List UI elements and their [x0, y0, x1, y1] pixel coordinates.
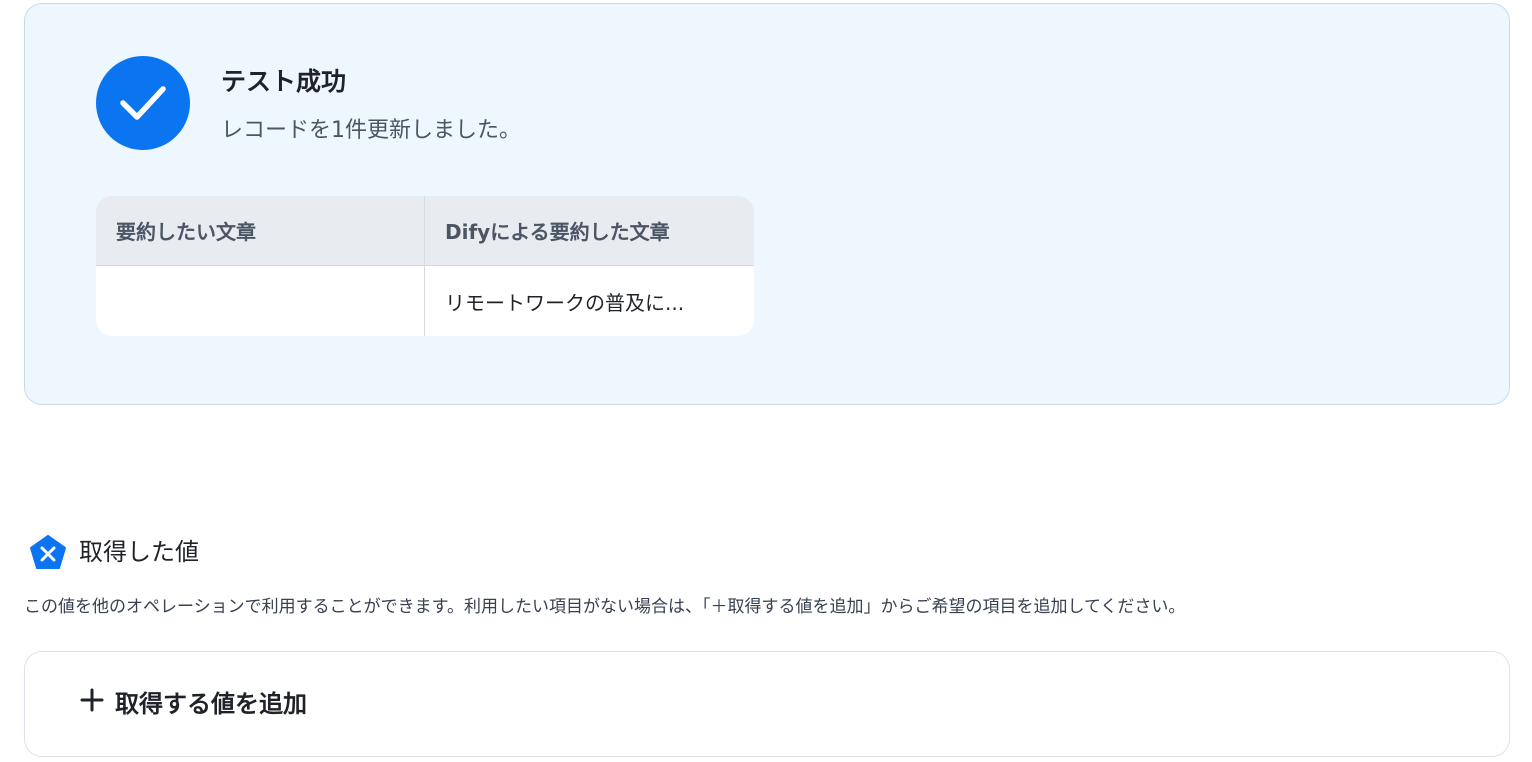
- section-title: 取得した値: [79, 538, 199, 566]
- table-cell: [96, 266, 425, 336]
- table-header-cell: 要約したい文章: [96, 196, 425, 265]
- test-result-card: テスト成功 レコードを1件更新しました。 要約したい文章 Difyによる要約した…: [24, 3, 1510, 405]
- table-cell: リモートワークの普及に...: [445, 290, 685, 315]
- add-value-button[interactable]: 取得する値を追加: [79, 684, 307, 719]
- table-row: リモートワークの普及に...: [96, 266, 754, 336]
- add-value-card[interactable]: 取得する値を追加: [24, 651, 1510, 757]
- section-description: この値を他のオペレーションで利用することができます。利用したい項目がない場合は、…: [24, 597, 1186, 617]
- result-table: 要約したい文章 Difyによる要約した文章 リモートワークの普及に...: [96, 196, 754, 336]
- add-value-label: 取得する値を追加: [115, 690, 307, 718]
- table-header-row: 要約したい文章 Difyによる要約した文章: [96, 196, 754, 266]
- check-circle-icon: [96, 56, 190, 150]
- success-title: テスト成功: [221, 67, 347, 96]
- plus-icon: [79, 687, 105, 717]
- success-message: レコードを1件更新しました。: [221, 118, 521, 143]
- table-header-cell: Difyによる要約した文章: [445, 220, 670, 244]
- variable-x-icon: [29, 535, 67, 571]
